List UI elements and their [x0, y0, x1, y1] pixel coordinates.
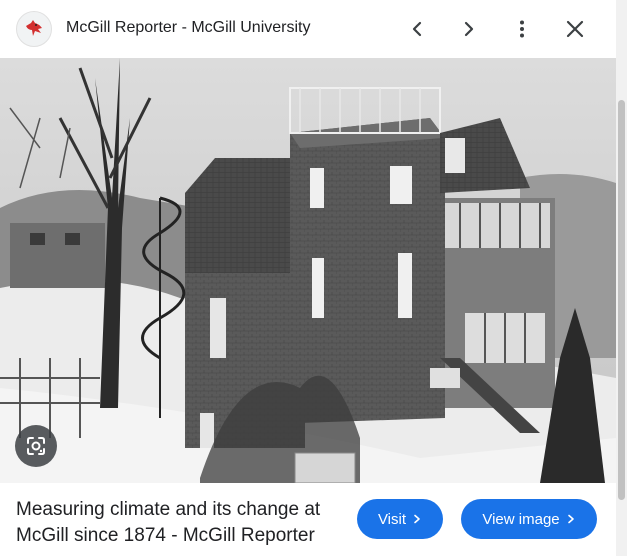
google-lens-button[interactable]: [15, 425, 57, 467]
scrollbar-thumb[interactable]: [618, 100, 625, 500]
back-icon: [412, 21, 422, 37]
view-image-button[interactable]: View image: [461, 499, 597, 539]
image-caption[interactable]: Measuring climate and its change at McGi…: [16, 497, 351, 549]
close-icon: [566, 20, 584, 38]
preview-footer: Measuring climate and its change at McGi…: [0, 483, 616, 556]
cardinal-bird-icon: [26, 20, 42, 36]
chevron-right-icon: [414, 514, 420, 524]
forward-button[interactable]: [453, 13, 485, 45]
chevron-right-icon: [567, 514, 574, 524]
preview-image[interactable]: [0, 58, 616, 483]
more-vert-icon: [520, 20, 524, 38]
source-title[interactable]: McGill Reporter - McGill University: [66, 19, 310, 37]
house-photo: [0, 58, 616, 483]
visit-label: Visit: [377, 510, 407, 528]
google-lens-icon: [27, 437, 45, 455]
scrollbar[interactable]: [616, 0, 627, 556]
preview-header: McGill Reporter - McGill University: [0, 0, 616, 58]
view-image-label: View image: [482, 510, 560, 528]
site-favicon[interactable]: [16, 11, 52, 47]
close-button[interactable]: [559, 13, 591, 45]
back-button[interactable]: [401, 13, 433, 45]
visit-button[interactable]: Visit: [357, 499, 443, 539]
image-preview-panel: McGill Reporter - McGill University Meas…: [0, 0, 616, 556]
forward-icon: [464, 21, 474, 37]
more-options-button[interactable]: [506, 13, 538, 45]
